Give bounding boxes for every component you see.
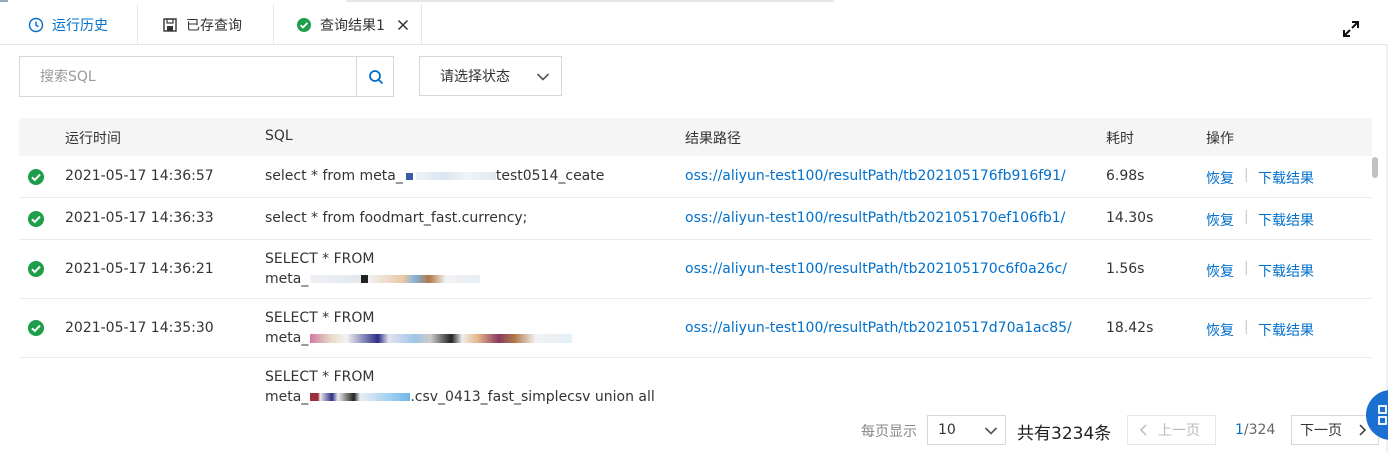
duration: 1.56s (1106, 261, 1145, 277)
save-icon (162, 17, 178, 33)
sql-text-part: meta_ (265, 271, 309, 287)
header-time: 运行时间 (65, 131, 121, 147)
page-indicator: 1/324 (1235, 422, 1275, 438)
sql-text: select * from meta_ test0514_ceate (265, 168, 604, 184)
restore-link[interactable]: 恢复 (1206, 210, 1234, 230)
download-link[interactable]: 下载结果 (1258, 168, 1314, 188)
sql-text-line1: SELECT * FROM (265, 369, 375, 385)
tab-label: 运行历史 (52, 17, 108, 34)
tab-query-result-1[interactable]: 查询结果1 (274, 4, 422, 45)
search-icon (368, 69, 383, 84)
success-icon (27, 168, 45, 186)
sql-text-part: meta_ (265, 389, 309, 405)
sql-text-part: test0514_ceate (495, 168, 605, 184)
success-icon (27, 260, 45, 278)
sql-text-line1: SELECT * FROM (265, 251, 375, 267)
header-duration: 耗时 (1106, 131, 1134, 147)
status-select[interactable]: 请选择状态 (419, 56, 562, 96)
download-link[interactable]: 下载结果 (1258, 320, 1314, 340)
next-page-label: 下一页 (1300, 423, 1342, 439)
restore-link[interactable]: 恢复 (1206, 168, 1234, 188)
sql-text-line1: SELECT * FROM (265, 310, 375, 326)
sql-text-line2: meta_ .csv_0413_fast_simplecsv union all (265, 389, 655, 405)
result-path-link[interactable]: oss://aliyun-test100/resultPath/tb202105… (685, 210, 1065, 226)
run-time: 2021-05-17 14:36:21 (65, 261, 214, 277)
total-pages: /324 (1243, 422, 1276, 438)
status-select-label: 请选择状态 (440, 69, 510, 85)
tab-run-history[interactable]: 运行历史 (8, 4, 138, 45)
chevron-down-icon (983, 423, 999, 439)
tab-label: 查询结果1 (320, 17, 385, 34)
scrollbar-thumb[interactable] (1372, 157, 1378, 178)
table-header: 运行时间 SQL 结果路径 耗时 操作 (19, 118, 1372, 156)
header-path: 结果路径 (685, 131, 741, 147)
result-path-link[interactable]: oss://aliyun-test100/resultPath/tb202105… (685, 168, 1066, 184)
table-row: 2021-05-17 14:36:21 SELECT * FROM meta_ … (19, 240, 1372, 299)
expand-icon[interactable] (1341, 19, 1361, 39)
current-page: 1 (1235, 422, 1244, 438)
ops-separator: | (1244, 167, 1249, 183)
grid-icon (1378, 405, 1387, 425)
duration: 6.98s (1106, 168, 1145, 184)
ops-separator: | (1244, 260, 1249, 276)
download-link[interactable]: 下载结果 (1258, 261, 1314, 281)
result-path-link[interactable]: oss://aliyun-test100/resultPath/tb202105… (685, 320, 1072, 336)
sql-text-part: .csv_0413_fast_simplecsv union all (410, 389, 655, 405)
check-circle-icon (296, 17, 312, 33)
download-link[interactable]: 下载结果 (1258, 210, 1314, 230)
restore-link[interactable]: 恢复 (1206, 261, 1234, 281)
header-ops: 操作 (1206, 131, 1234, 147)
close-icon[interactable] (397, 19, 409, 31)
prev-page-label: 上一页 (1158, 423, 1200, 439)
per-page-value: 10 (938, 422, 956, 438)
redacted-mark (310, 333, 573, 343)
per-page-select[interactable]: 10 (927, 415, 1006, 445)
redacted-mark (310, 393, 411, 401)
sql-text: select * from foodmart_fast.currency; (265, 210, 528, 226)
total-count: 共有3234条 (1017, 424, 1112, 444)
ops-separator: | (1244, 209, 1249, 225)
run-time: 2021-05-17 14:36:57 (65, 168, 214, 184)
duration: 18.42s (1106, 320, 1154, 336)
tab-label: 已存查询 (186, 17, 242, 34)
tab-saved-queries[interactable]: 已存查询 (138, 4, 274, 45)
sql-text-part: meta_ (265, 330, 309, 346)
redacted-mark (310, 275, 481, 283)
top-border-segment (346, 0, 834, 2)
table-row: SELECT * FROM meta_ .csv_0413_fast_simpl… (19, 358, 1372, 414)
success-icon (27, 319, 45, 337)
run-time: 2021-05-17 14:35:30 (65, 320, 214, 336)
prev-page-button[interactable]: 上一页 (1127, 415, 1216, 445)
duration: 14.30s (1106, 210, 1154, 226)
tab-bar: 运行历史 已存查询 查询结果1 (0, 4, 1388, 45)
history-table: 运行时间 SQL 结果路径 耗时 操作 2021-05-17 14:36:57 … (19, 118, 1372, 414)
sql-text-part: select * from meta_ (265, 168, 403, 184)
search-button[interactable] (356, 57, 394, 96)
table-row: 2021-05-17 14:36:57 select * from meta_ … (19, 156, 1372, 198)
per-page-label: 每页显示 (861, 424, 917, 440)
chevron-down-icon (535, 69, 551, 85)
chevron-right-icon (1356, 424, 1368, 436)
search-input[interactable] (20, 57, 356, 96)
run-time: 2021-05-17 14:36:33 (65, 210, 214, 226)
restore-link[interactable]: 恢复 (1206, 320, 1234, 340)
top-border-segment (0, 0, 8, 2)
sql-text-line2: meta_ (265, 330, 573, 346)
success-icon (27, 210, 45, 228)
redacted-mark (405, 172, 413, 180)
table-row: 2021-05-17 14:36:33 select * from foodma… (19, 198, 1372, 240)
redacted-mark (415, 172, 496, 180)
ops-separator: | (1244, 319, 1249, 335)
table-row: 2021-05-17 14:35:30 SELECT * FROM meta_ … (19, 299, 1372, 358)
clock-icon (28, 17, 44, 33)
sql-text-line2: meta_ (265, 271, 481, 287)
search-box (19, 56, 394, 97)
header-sql: SQL (265, 128, 293, 144)
chevron-left-icon (1138, 424, 1150, 436)
result-path-link[interactable]: oss://aliyun-test100/resultPath/tb202105… (685, 261, 1067, 277)
